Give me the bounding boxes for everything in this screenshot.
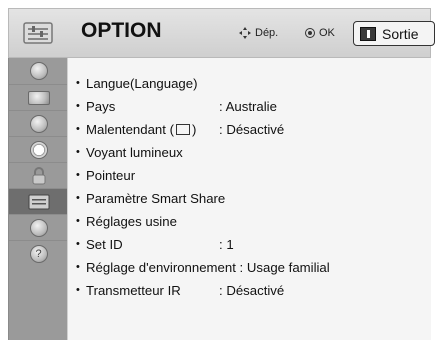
exit-icon [360,26,376,41]
menu-item-value: : 1 [219,236,234,252]
sidebar-item-channel[interactable] [9,58,68,84]
menu-item-hearing-impaired[interactable]: • Malentendant () : Désactivé [76,118,416,140]
sidebar [8,58,68,340]
screen-icon [27,90,50,105]
bullet-icon: • [76,100,80,112]
bullet-icon: • [76,123,80,135]
page-title: OPTION [81,19,162,42]
navigation-arrows-icon [239,27,251,39]
clock-icon [29,140,48,159]
speaker-icon [29,114,48,133]
globe-icon [29,218,48,237]
bullet-icon: • [76,261,80,273]
bullet-icon: • [76,77,80,89]
exit-button[interactable]: Sortie [353,21,435,46]
sidebar-item-picture[interactable] [9,84,68,110]
option-icon [9,9,67,57]
menu-item-environment-setting[interactable]: • Réglage d'environnement : Usage famili… [76,256,416,278]
lock-icon [32,166,45,184]
bullet-icon: • [76,284,80,296]
menu-item-value: : Australie [219,98,277,114]
sidebar-item-support[interactable] [9,240,68,266]
satellite-dish-icon [29,62,48,80]
menu-item-value: : Désactivé [219,282,285,298]
navigation-hint-label: Dép. [255,27,279,39]
ok-button-icon [305,28,315,38]
menu-item-ir-transmitter[interactable]: • Transmetteur IR : Désactivé [76,279,416,301]
closed-caption-icon [175,123,190,135]
sidebar-item-time[interactable] [9,136,68,162]
ok-hint-label: OK [319,27,335,39]
menu-item-smart-share-settings[interactable]: • Paramètre Smart Share [76,187,416,209]
bullet-icon: • [76,146,80,158]
menu-item-value: : Désactivé [219,121,285,137]
option-content-panel: • Langue(Language) • Pays : Australie • … [67,58,431,340]
help-icon [29,244,48,263]
bullet-icon: • [76,192,80,204]
header-bar: OPTION Dép. OK Sortie [8,8,435,58]
sidebar-item-sound[interactable] [9,110,68,136]
menu-item-language[interactable]: • Langue(Language) [76,72,416,94]
bullet-icon: • [76,238,80,250]
menu-item-factory-reset[interactable]: • Réglages usine [76,210,416,232]
menu-item-power-indicator[interactable]: • Voyant lumineux [76,141,416,163]
menu-item-set-id[interactable]: • Set ID : 1 [76,233,416,255]
sidebar-item-network[interactable] [9,214,68,240]
ok-hint: OK [305,27,335,39]
option-icon [28,194,49,209]
sidebar-item-option[interactable] [9,188,68,214]
bullet-icon: • [76,215,80,227]
bullet-icon: • [76,169,80,181]
exit-button-label: Sortie [382,25,419,42]
sidebar-item-lock[interactable] [9,162,68,188]
menu-item-pointer[interactable]: • Pointeur [76,164,416,186]
navigation-hint: Dép. [239,27,278,39]
option-menu-window: OPTION Dép. OK Sortie ? • Langue(Languag… [0,0,439,347]
menu-item-country[interactable]: • Pays : Australie [76,95,416,117]
